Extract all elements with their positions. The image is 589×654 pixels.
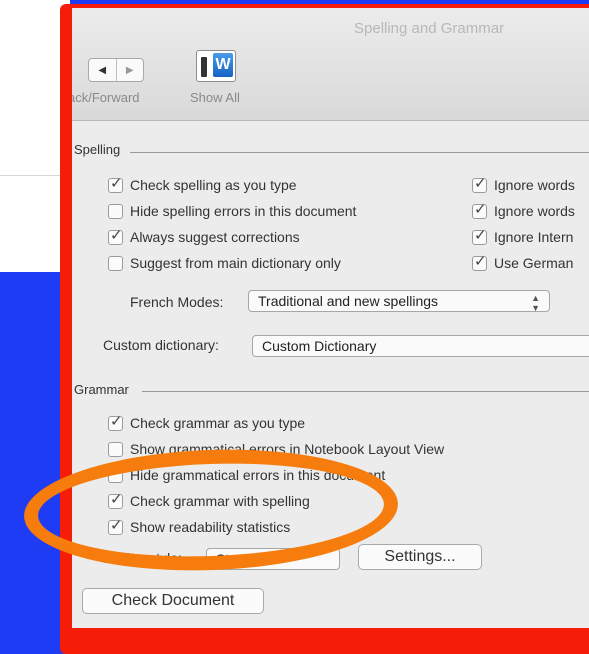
checkbox-unchecked[interactable] [108,255,123,271]
suggest-main-dictionary-only[interactable]: Suggest from main dictionary only [108,255,341,271]
check-grammar-with-spelling[interactable]: Check grammar with spelling [108,490,310,509]
word-icon: W [213,53,233,77]
option-label: Check grammar with spelling [130,493,310,509]
french-modes-label: French Modes: [130,294,224,310]
checkbox-checked[interactable] [108,226,123,245]
toolbar: Spelling and Grammar ◀ ▶ ack/Forward W S… [72,8,589,121]
show-grammatical-errors-notebook[interactable]: Show grammatical errors in Notebook Layo… [108,441,444,457]
option-label: Check spelling as you type [130,177,297,193]
forward-icon[interactable]: ▶ [115,59,144,81]
option-label: Ignore Intern [494,229,574,245]
check-grammar-as-you-type[interactable]: Check grammar as you type [108,412,306,431]
checkbox-checked[interactable] [108,412,123,431]
writing-style-label: Writing style: [102,550,182,566]
french-modes-value: Traditional and new spellings [258,293,439,309]
ignore-internet-option[interactable]: Ignore Intern [472,226,574,245]
grammar-section-header: Grammar [74,382,129,397]
writing-style-select[interactable]: Standard [206,548,340,570]
option-label: Suggest from main dictionary only [130,255,341,271]
checkbox-unchecked[interactable] [108,467,123,483]
spelling-section-header: Spelling [74,142,121,157]
option-label: Check grammar as you type [130,415,306,431]
ignore-words-option-1[interactable]: Ignore words [472,174,575,193]
window-title: Spelling and Grammar [354,20,505,37]
spelling-divider [130,152,589,153]
check-document-button[interactable]: Check Document [82,588,264,614]
checkbox-checked[interactable] [108,490,123,509]
option-label: Hide grammatical errors in this document [130,467,386,483]
hide-grammatical-errors[interactable]: Hide grammatical errors in this document [108,467,385,483]
hide-spelling-errors[interactable]: Hide spelling errors in this document [108,203,356,219]
checkbox-checked[interactable] [472,200,487,219]
custom-dictionary-select[interactable]: Custom Dictionary [252,335,589,357]
always-suggest-corrections[interactable]: Always suggest corrections [108,226,300,245]
chevron-updown-icon: ▲ ▼ [531,293,540,312]
checkbox-unchecked[interactable] [108,441,123,457]
checkbox-checked[interactable] [472,226,487,245]
back-icon[interactable]: ◀ [89,59,116,81]
ignore-words-option-2[interactable]: Ignore words [472,200,575,219]
option-label: Show grammatical errors in Notebook Layo… [130,441,445,457]
checkbox-checked[interactable] [472,174,487,193]
french-modes-select[interactable]: Traditional and new spellings ▲ ▼ [248,290,550,312]
checkbox-unchecked[interactable] [108,203,123,219]
show-readability-statistics[interactable]: Show readability statistics [108,516,291,535]
back-forward-control[interactable]: ◀ ▶ [88,58,144,82]
checkbox-checked[interactable] [108,174,123,193]
custom-dictionary-value: Custom Dictionary [262,338,377,354]
option-label: Ignore words [494,177,575,193]
pen-icon [201,57,207,77]
writing-style-value: Standard [216,551,273,567]
show-all-icon[interactable]: W [196,50,236,82]
option-label: Use German [494,255,574,271]
settings-button[interactable]: Settings... [358,544,482,570]
checkbox-checked[interactable] [108,516,123,535]
check-spelling-as-you-type[interactable]: Check spelling as you type [108,174,297,193]
custom-dictionary-label: Custom dictionary: [103,337,219,353]
option-label: Ignore words [494,203,575,219]
back-forward-label: ack/Forward [72,90,140,105]
option-label: Hide spelling errors in this document [130,203,357,219]
show-all-label[interactable]: Show All [190,90,240,105]
checkbox-checked[interactable] [472,252,487,271]
preferences-window: Spelling and Grammar ◀ ▶ ack/Forward W S… [72,8,589,628]
option-label: Show readability statistics [130,519,291,535]
option-label: Always suggest corrections [130,229,300,245]
use-german-option[interactable]: Use German [472,252,574,271]
grammar-divider [142,391,589,392]
